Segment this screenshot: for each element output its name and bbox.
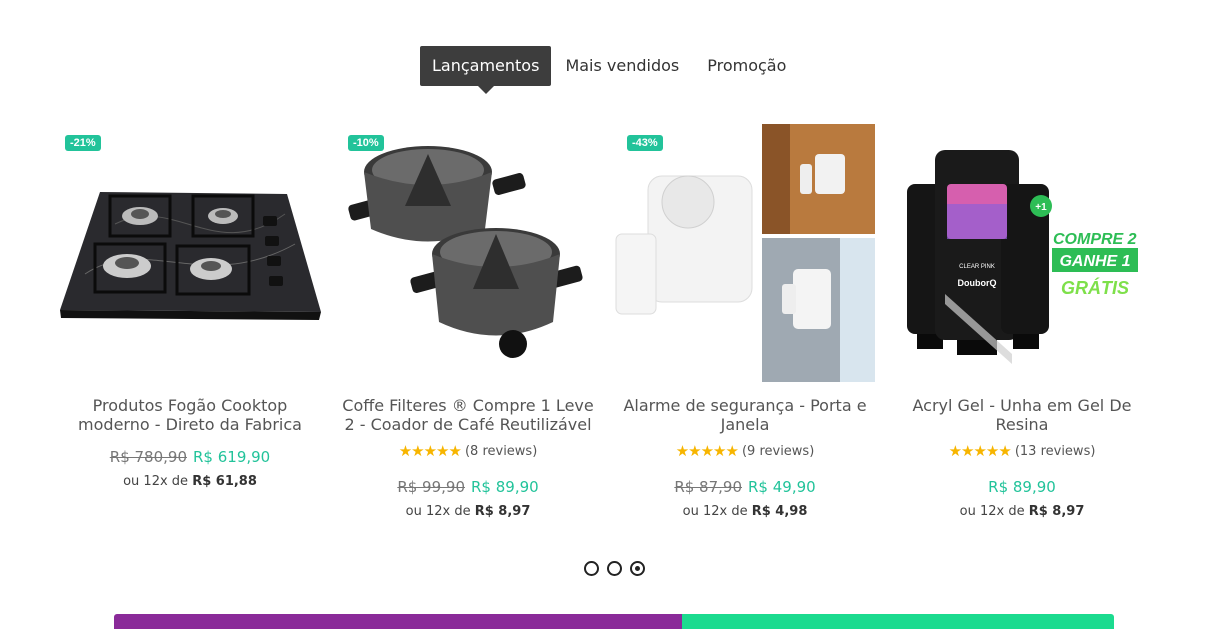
pagination-dot-3[interactable]	[630, 561, 645, 576]
price-row: R$ 780,90 R$ 619,90	[55, 448, 325, 466]
discount-badge: -43%	[627, 135, 663, 151]
cooktop-image	[60, 192, 321, 320]
product-carousel-section: Lançamentos Mais vendidos Promoção -21%	[0, 0, 1208, 629]
product-rating: ★★★★★ (13 reviews)	[887, 442, 1157, 460]
installment-info: ou 12x de R$ 8,97	[333, 504, 603, 519]
installment-prefix: ou 12x de	[959, 504, 1025, 519]
rating-stars: ★★★★★	[948, 442, 1012, 460]
installment-value: R$ 8,97	[1028, 504, 1085, 519]
installment-info: ou 12x de R$ 61,88	[55, 474, 325, 489]
installment-prefix: ou 12x de	[123, 474, 189, 489]
acryl-gel-image: +1 CLEAR PINK DouborQ COMPRE 2 GANHE 1 G…	[907, 150, 1138, 364]
installment-value: R$ 61,88	[192, 474, 257, 489]
promo-line-2: GANHE 1	[1059, 253, 1130, 270]
product-title[interactable]: Produtos Fogão Cooktop moderno - Direto …	[55, 396, 325, 434]
product-image[interactable]: +1 CLEAR PINK DouborQ COMPRE 2 GANHE 1 G…	[887, 124, 1157, 382]
product-rating: ★★★★★ (8 reviews)	[333, 442, 603, 460]
product-title[interactable]: Acryl Gel - Unha em Gel De Resina	[887, 396, 1157, 434]
promo-banner-strip[interactable]	[114, 614, 1114, 629]
current-price: R$ 89,90	[471, 478, 539, 496]
discount-badge: -10%	[348, 135, 384, 151]
review-count[interactable]: (9 reviews)	[742, 444, 814, 459]
product-rating: ★★★★★ (9 reviews)	[610, 442, 880, 460]
tube-label-brand: DouborQ	[958, 278, 997, 288]
product-image[interactable]: -10%	[333, 124, 603, 382]
price-row: R$ 99,90 R$ 89,90	[333, 478, 603, 496]
rating-stars: ★★★★★	[398, 442, 462, 460]
pagination-dot-1[interactable]	[584, 561, 599, 576]
coffee-filter-image	[348, 146, 583, 358]
product-card[interactable]: -10% Coffe Filteres ® Compre 1 Leve 2 - …	[333, 124, 603, 519]
banner-right-panel[interactable]	[682, 614, 1114, 629]
carousel-pagination	[584, 561, 645, 576]
review-count[interactable]: (8 reviews)	[465, 444, 537, 459]
product-card[interactable]: +1 CLEAR PINK DouborQ COMPRE 2 GANHE 1 G…	[887, 124, 1157, 519]
installment-prefix: ou 12x de	[405, 504, 471, 519]
product-title[interactable]: Coffe Filteres ® Compre 1 Leve 2 - Coado…	[333, 396, 603, 434]
current-price: R$ 49,90	[748, 478, 816, 496]
door-alarm-image	[615, 124, 875, 382]
price-row: R$ 87,90 R$ 49,90	[610, 478, 880, 496]
tube-label-color: CLEAR PINK	[959, 264, 995, 270]
rating-stars: ★★★★★	[675, 442, 739, 460]
product-title[interactable]: Alarme de segurança - Porta e Janela	[610, 396, 880, 434]
review-count[interactable]: (13 reviews)	[1015, 444, 1096, 459]
product-image[interactable]: -43%	[610, 124, 880, 382]
pagination-dot-2[interactable]	[607, 561, 622, 576]
old-price: R$ 99,90	[397, 478, 465, 496]
category-tabs: Lançamentos Mais vendidos Promoção	[420, 46, 800, 94]
installment-value: R$ 4,98	[751, 504, 808, 519]
price-row: R$ 89,90	[887, 478, 1157, 496]
tab-lancamentos[interactable]: Lançamentos	[420, 46, 552, 94]
banner-left-panel[interactable]	[114, 614, 682, 629]
old-price: R$ 780,90	[109, 448, 187, 466]
product-image[interactable]: -21%	[55, 124, 325, 382]
current-price: R$ 89,90	[988, 478, 1056, 496]
promo-line-1: COMPRE 2	[1053, 231, 1137, 248]
installment-info: ou 12x de R$ 8,97	[887, 504, 1157, 519]
installment-prefix: ou 12x de	[682, 504, 748, 519]
discount-badge: -21%	[65, 135, 101, 151]
current-price: R$ 619,90	[193, 448, 271, 466]
installment-value: R$ 8,97	[474, 504, 531, 519]
installment-info: ou 12x de R$ 4,98	[610, 504, 880, 519]
promo-line-3: GRÁTIS	[1061, 277, 1129, 298]
product-card[interactable]: -21% Produtos Fogão Cooktop moderno - Di…	[55, 124, 325, 489]
tab-promocao[interactable]: Promoção	[693, 46, 800, 86]
tab-mais-vendidos[interactable]: Mais vendidos	[551, 46, 693, 86]
product-card[interactable]: -43% Alarme de segurança - Porta e Janel…	[610, 124, 880, 519]
promo-badge: +1	[1035, 202, 1047, 213]
old-price: R$ 87,90	[674, 478, 742, 496]
